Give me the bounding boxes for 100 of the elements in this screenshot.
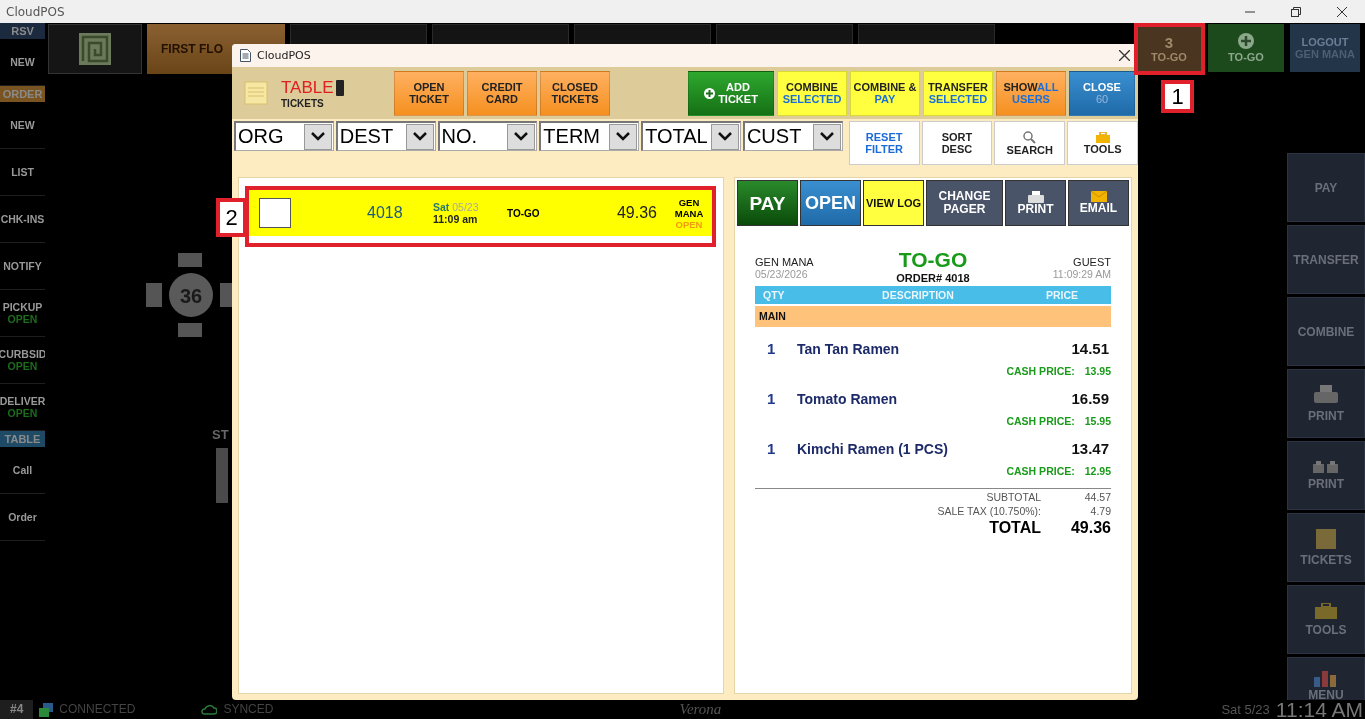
caret-icon: [819, 132, 834, 141]
highlight-frame: [1134, 23, 1205, 75]
toolbar-button[interactable]: CREDIT CARD: [467, 70, 537, 116]
cash-price: 15.95: [1084, 415, 1111, 427]
item-price: 16.59: [1071, 390, 1109, 407]
printer-icon: [1314, 384, 1338, 405]
item-quantity: 1: [767, 340, 777, 357]
section-header: RSV: [0, 23, 45, 39]
connection-status: CONNECTED: [59, 701, 136, 718]
cash-price-label: CASH PRICE:: [1006, 365, 1075, 377]
customer-name: GUEST: [1073, 256, 1111, 268]
caret-icon: [310, 132, 325, 141]
toolbar-button[interactable]: TRANSFER SELECTED: [923, 70, 993, 116]
caret-icon: [412, 132, 427, 141]
item-name: Tomato Ramen: [797, 390, 898, 407]
close-icon[interactable]: [1119, 50, 1130, 61]
total-value: 49.36: [1069, 519, 1111, 537]
order-time: 11:09:29 AM: [1052, 268, 1111, 280]
action-button[interactable]: VIEW LOG: [863, 180, 924, 226]
column-header: QTY DESCRIPTION PRICE: [755, 286, 1111, 304]
toolbox-icon: [1095, 131, 1110, 143]
item-price: 13.47: [1071, 440, 1109, 457]
action-button[interactable]: EMAIL: [1068, 180, 1129, 226]
caret-icon: [616, 132, 631, 141]
new-to-go-button[interactable]: TO-GO: [1208, 24, 1284, 72]
cloud-icon: [201, 704, 218, 715]
notepad-icon: [1316, 528, 1336, 549]
chair-drawing: [216, 448, 228, 503]
filter-button[interactable]: SORT DESC: [921, 121, 993, 165]
toolbar-button[interactable]: OPEN TICKET: [394, 70, 464, 116]
filter-dropdown[interactable]: TOTAL: [641, 121, 741, 151]
table-label: ST: [212, 427, 229, 442]
filter-dropdown[interactable]: DEST: [335, 121, 436, 151]
cash-price: 12.95: [1084, 465, 1111, 477]
sidebar-item[interactable]: Call: [0, 447, 45, 494]
plus-icon: [1238, 33, 1254, 49]
status-time: 11:14 AM: [1275, 700, 1364, 719]
restore-icon[interactable]: [1291, 6, 1301, 17]
filter-button[interactable]: SEARCH: [994, 121, 1066, 165]
action-button[interactable]: CHANGE PAGER: [926, 180, 1003, 226]
action-button[interactable]: PRINT: [1005, 180, 1066, 226]
spiral-logo-icon: [79, 33, 111, 65]
toolbar-button[interactable]: COMBINE & PAY: [850, 70, 920, 116]
dialog-subheading: TICKETS: [281, 97, 325, 109]
filter-dropdown[interactable]: NO.: [437, 121, 538, 151]
terminal-number: #4: [0, 700, 34, 719]
section-header: ORDER: [0, 86, 45, 102]
sidebar-item[interactable]: NEW: [0, 102, 45, 149]
bar-chart-icon: [1314, 669, 1338, 687]
order-type: TO-GO: [898, 248, 968, 272]
notepad-icon: [244, 80, 270, 106]
sidebar-item[interactable]: CHK-INS: [0, 196, 45, 243]
tax-label: SALE TAX (10.750%):: [937, 505, 1041, 517]
toolbar-button[interactable]: ADD TICKET: [688, 70, 774, 116]
cash-price-label: CASH PRICE:: [1006, 415, 1075, 427]
toolbar-button[interactable]: CLOSED TICKETS: [540, 70, 610, 116]
callout-number: 2: [216, 198, 247, 237]
item-name: Tan Tan Ramen: [797, 340, 900, 357]
toolbar-button[interactable]: CLOSE 60: [1069, 70, 1135, 116]
cash-price-label: CASH PRICE:: [1006, 465, 1075, 477]
toolbar-button[interactable]: COMBINE SELECTED: [777, 70, 847, 116]
toolbar-button[interactable]: SHOWALL USERS: [996, 70, 1066, 116]
caret-icon: [717, 132, 732, 141]
printers-icon: [1313, 460, 1339, 473]
filter-button[interactable]: RESET FILTER: [848, 121, 920, 165]
caret-icon: [514, 132, 529, 141]
filter-dropdown[interactable]: TERM: [539, 121, 640, 151]
printer-icon: [1027, 190, 1044, 203]
sidebar-item[interactable]: PICKUP OPEN: [0, 290, 45, 337]
tax-value: 4.79: [1089, 505, 1111, 517]
action-button[interactable]: OPEN: [800, 180, 861, 226]
order-number: ORDER# 4018: [896, 272, 970, 284]
filter-dropdown[interactable]: CUST: [742, 121, 843, 151]
filter-dropdown[interactable]: ORG: [234, 121, 334, 151]
location-name: Verona: [679, 700, 722, 719]
phone-icon: [335, 79, 344, 96]
callout-number: 1: [1161, 80, 1194, 113]
item-quantity: 1: [767, 390, 777, 407]
network-icon: [39, 702, 54, 717]
order-date: 05/23/2026: [755, 268, 809, 280]
filter-button[interactable]: TOOLS: [1067, 121, 1138, 165]
section-header: MAIN: [755, 306, 1111, 327]
subtotal-value: 44.57: [1083, 491, 1111, 503]
close-icon[interactable]: [1337, 6, 1347, 17]
sidebar-item[interactable]: LIST: [0, 149, 45, 196]
item-quantity: 1: [767, 440, 777, 457]
ticket-row[interactable]: 4018 Sat 05/23 11:09 am TO-GO 49.36 GEN MANA OPEN: [247, 190, 715, 236]
action-button[interactable]: PAY: [737, 180, 798, 226]
item-price: 14.51: [1071, 340, 1109, 357]
logo-tile[interactable]: [48, 24, 142, 74]
document-icon: [240, 49, 251, 62]
subtotal-label: SUBTOTAL: [986, 491, 1041, 503]
total-label: TOTAL: [989, 519, 1041, 537]
sidebar-item[interactable]: NOTIFY: [0, 243, 45, 290]
sidebar-item[interactable]: Order: [0, 494, 45, 541]
app-title: CloudPOS: [6, 4, 65, 19]
envelope-icon: [1090, 191, 1107, 202]
checkbox[interactable]: [259, 198, 291, 228]
sync-status: SYNCED: [223, 701, 274, 718]
section-header: TABLE: [0, 431, 45, 447]
